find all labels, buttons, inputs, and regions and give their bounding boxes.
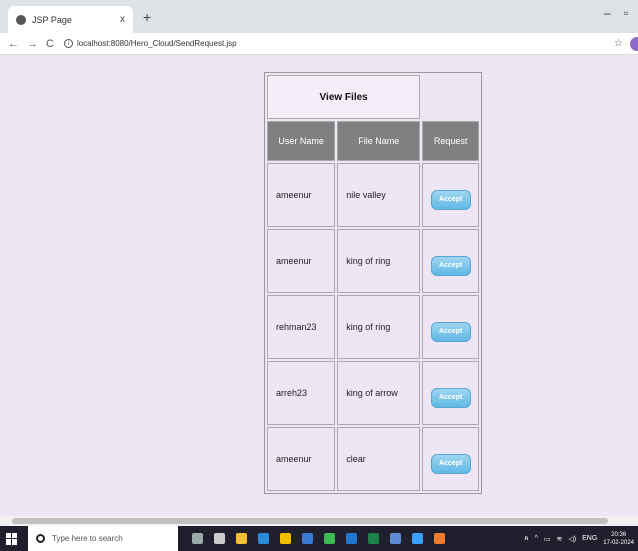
browser-tab-bar: JSP Page x + – ▫ [0, 0, 638, 33]
page-content: View Files User Name File Name Request a… [0, 55, 638, 516]
accept-button[interactable]: Accept [430, 454, 471, 474]
accept-button[interactable]: Accept [430, 322, 471, 342]
column-header-user-name: User Name [267, 121, 336, 161]
taskbar-apps [192, 533, 445, 544]
info-icon[interactable]: i [63, 39, 73, 48]
minimize-icon[interactable]: – [604, 6, 611, 20]
user-name-cell: rehman23 [267, 295, 336, 359]
clock-time: 20:36 [611, 531, 627, 538]
scrollbar-thumb[interactable] [12, 518, 608, 524]
word-icon[interactable] [346, 533, 357, 544]
taskbar: Type here to search ጰ ^ ▭ ≋ ◁) ENG 20:36… [0, 526, 638, 551]
maximize-icon[interactable]: ▫ [624, 6, 628, 20]
windows-start-icon[interactable] [6, 532, 18, 545]
edge-icon[interactable] [258, 533, 269, 544]
request-cell: Accept [422, 229, 479, 293]
table-row: ameenur clear Accept [267, 427, 479, 491]
file-explorer-icon[interactable] [280, 533, 291, 544]
search-placeholder: Type here to search [52, 534, 123, 543]
forward-icon[interactable]: → [27, 38, 38, 50]
tab-title: JSP Page [32, 14, 72, 25]
table-title: View Files [267, 75, 421, 119]
column-header-request: Request [422, 121, 479, 161]
url-text[interactable]: localhost:8080/Hero_Cloud/SendRequest.js… [77, 39, 237, 48]
url-field[interactable]: i localhost:8080/Hero_Cloud/SendRequest.… [63, 39, 237, 48]
file-name-cell: nile valley [337, 163, 421, 227]
table-row: ameenur king of ring Accept [267, 229, 479, 293]
bookmark-star-icon[interactable]: ☆ [614, 38, 623, 49]
security-icon[interactable] [412, 533, 423, 544]
browser-tab[interactable]: JSP Page x [8, 6, 133, 33]
horizontal-scrollbar[interactable] [0, 516, 638, 526]
cortana-icon [36, 534, 45, 543]
file-name-cell: king of arrow [337, 361, 421, 425]
user-name-cell: ameenur [267, 427, 336, 491]
chrome-icon[interactable] [324, 533, 335, 544]
reload-icon[interactable]: C [46, 38, 54, 50]
file-name-cell: king of ring [337, 295, 421, 359]
photos-icon[interactable] [390, 533, 401, 544]
profile-avatar[interactable] [630, 37, 638, 51]
page-favicon-icon [16, 14, 26, 25]
people-icon[interactable]: ጰ [524, 535, 528, 543]
battery-icon[interactable]: ▭ [544, 535, 551, 543]
accept-button[interactable]: Accept [430, 190, 471, 210]
new-tab-button[interactable]: + [143, 9, 151, 25]
user-name-cell: arreh23 [267, 361, 336, 425]
column-header-file-name: File Name [337, 121, 421, 161]
title-spacer [422, 75, 479, 119]
network-icon[interactable]: ≋ [557, 535, 563, 543]
request-cell: Accept [422, 427, 479, 491]
mic-icon[interactable] [192, 533, 203, 544]
volume-icon[interactable]: ◁) [568, 535, 576, 543]
table-row: ameenur nile valley Accept [267, 163, 479, 227]
excel-icon[interactable] [368, 533, 379, 544]
user-name-cell: ameenur [267, 229, 336, 293]
accept-button[interactable]: Accept [430, 256, 471, 276]
request-cell: Accept [422, 361, 479, 425]
taskbar-search-box[interactable]: Type here to search [28, 526, 178, 551]
address-bar: ← → C i localhost:8080/Hero_Cloud/SendRe… [0, 33, 638, 55]
view-files-table: View Files User Name File Name Request a… [264, 72, 482, 494]
store-icon[interactable] [236, 533, 247, 544]
system-tray: ጰ ^ ▭ ≋ ◁) ENG 20:36 17-02-2024 [524, 526, 634, 551]
table-row: rehman23 king of ring Accept [267, 295, 479, 359]
table-row: arreh23 king of arrow Accept [267, 361, 479, 425]
mail-icon[interactable] [302, 533, 313, 544]
file-name-cell: clear [337, 427, 421, 491]
file-name-cell: king of ring [337, 229, 421, 293]
tab-close-icon[interactable]: x [120, 14, 125, 25]
task-view-icon[interactable] [214, 533, 225, 544]
clock[interactable]: 20:36 17-02-2024 [603, 531, 634, 547]
app-icon[interactable] [434, 533, 445, 544]
accept-button[interactable]: Accept [430, 388, 471, 408]
chevron-up-icon[interactable]: ^ [535, 535, 538, 542]
request-cell: Accept [422, 295, 479, 359]
language-indicator[interactable]: ENG [582, 535, 597, 542]
user-name-cell: ameenur [267, 163, 336, 227]
request-cell: Accept [422, 163, 479, 227]
back-icon[interactable]: ← [8, 38, 19, 50]
clock-date: 17-02-2024 [603, 539, 634, 546]
